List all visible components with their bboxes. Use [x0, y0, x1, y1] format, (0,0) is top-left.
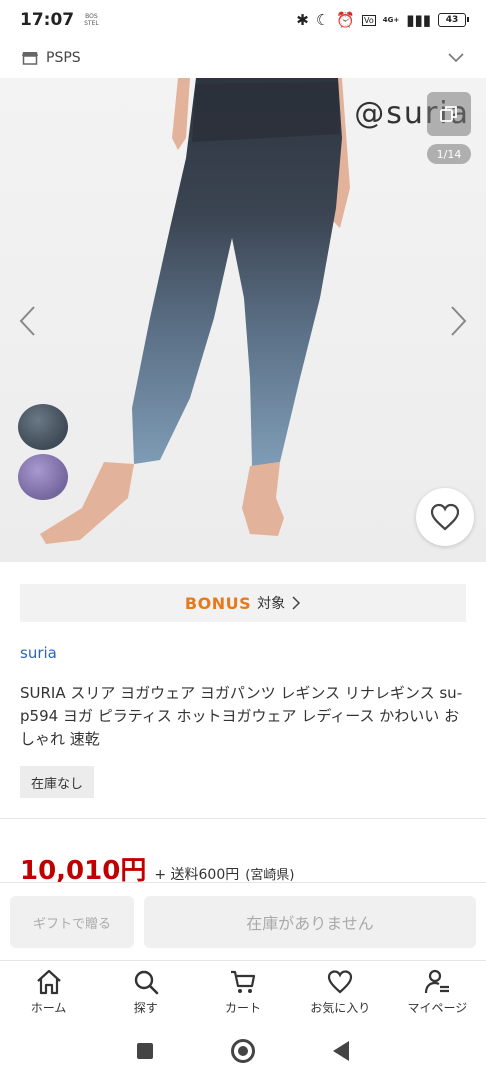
gift-button[interactable]: ギフトで贈る [10, 896, 134, 948]
cart-icon [231, 970, 256, 993]
bottom-nav: ホーム 探す カート お気に入り マイページ [0, 960, 486, 1022]
bluetooth-icon: ✱ [296, 11, 309, 29]
nav-home[interactable]: ホーム [0, 961, 97, 1022]
brand-link[interactable]: suria [20, 644, 57, 662]
user-icon [425, 969, 450, 993]
stock-badge: 在庫なし [20, 766, 95, 798]
recent-apps-icon[interactable] [137, 1043, 153, 1059]
nav-favorites[interactable]: お気に入り [292, 961, 389, 1022]
nav-cart[interactable]: カート [194, 961, 291, 1022]
status-icons: ✱ ☾ ⏰ Vo 4G+ ▮▮▮ 43 [296, 11, 469, 29]
chevron-right-icon [292, 596, 301, 610]
store-icon [22, 52, 38, 65]
signal-icon: ▮▮▮ [406, 11, 431, 29]
bonus-logo: BONUS [184, 593, 252, 613]
bonus-banner[interactable]: BONUS 対象 [20, 584, 466, 622]
product-photo [40, 78, 350, 544]
divider [0, 818, 486, 819]
status-mini-text: BOS STEL [84, 13, 99, 27]
chevron-down-icon[interactable] [448, 53, 464, 63]
back-icon[interactable] [333, 1041, 349, 1061]
product-title: SURIA スリア ヨガウェア ヨガパンツ レギンス リナレギンス su-p59… [20, 684, 463, 748]
image-counter: 1/14 [427, 144, 471, 164]
bonus-label: 対象 [257, 596, 286, 612]
nav-label: ホーム [30, 1000, 67, 1015]
color-swatch-lavender[interactable] [18, 454, 68, 500]
system-nav-bar [0, 1022, 486, 1080]
nav-mypage[interactable]: マイページ [389, 961, 486, 1022]
alarm-off-icon: ⏰ [336, 11, 355, 29]
gallery-toggle-icon[interactable] [427, 92, 471, 136]
shop-name: PSPS [46, 50, 81, 66]
volte-icon: Vo [362, 14, 376, 26]
shop-selector[interactable]: PSPS [0, 40, 486, 76]
heart-icon [328, 969, 353, 993]
color-swatch-gray-blue[interactable] [18, 404, 68, 450]
home-icon [36, 969, 61, 994]
moon-icon: ☾ [315, 11, 330, 29]
network-label: 4G+ [382, 15, 400, 24]
chevron-right-icon[interactable] [446, 304, 470, 338]
search-icon [134, 970, 159, 994]
nav-label: お気に入り [310, 1000, 371, 1015]
shipping-fee: + 送料600円 [154, 867, 240, 883]
nav-label: カート [225, 1000, 262, 1015]
home-button-icon[interactable] [231, 1039, 255, 1063]
favorite-button[interactable] [416, 488, 474, 546]
status-bar: 17:07 BOS STEL ✱ ☾ ⏰ Vo 4G+ ▮▮▮ 43 [0, 0, 486, 40]
nav-label: マイページ [407, 1000, 468, 1015]
nav-search[interactable]: 探す [97, 961, 194, 1022]
nav-label: 探す [133, 1000, 158, 1015]
copy-icon [440, 106, 457, 122]
product-image-gallery[interactable]: @suria 1/14 [0, 78, 486, 562]
action-bar: ギフトで贈る 在庫がありません [0, 882, 486, 960]
chevron-left-icon[interactable] [16, 304, 40, 338]
shipping-region: (宮崎県) [245, 868, 295, 883]
battery-icon: 43 [438, 13, 469, 27]
status-time: 17:07 [20, 10, 75, 30]
heart-icon [430, 503, 460, 531]
out-of-stock-button[interactable]: 在庫がありません [144, 896, 476, 948]
